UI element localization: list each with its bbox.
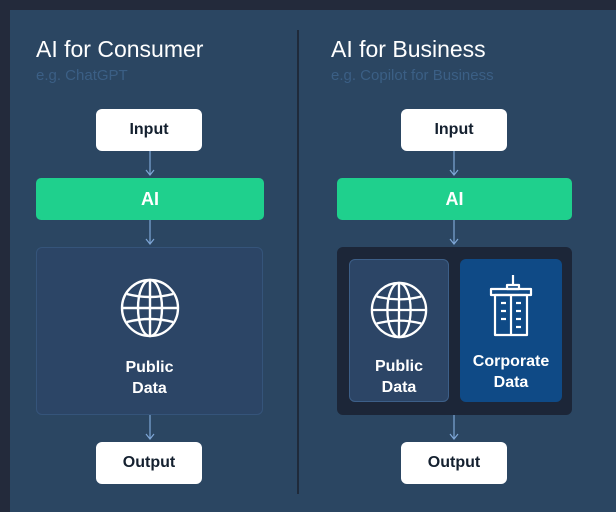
consumer-ai-box: AI — [36, 178, 264, 220]
business-public-label-line2: Data — [381, 379, 417, 396]
business-public-data-card: Public Data — [349, 259, 449, 402]
business-corporate-label-line1: Corporate — [472, 353, 550, 370]
consumer-subtitle: e.g. ChatGPT — [36, 67, 128, 84]
business-input-box: Input — [401, 109, 507, 151]
business-connector-input-ai — [447, 151, 461, 178]
business-output-label: Output — [427, 454, 481, 471]
office-building-icon — [487, 273, 535, 345]
business-ai-label: AI — [445, 188, 464, 209]
consumer-connector-ai-data — [143, 220, 157, 247]
globe-icon — [369, 280, 429, 346]
consumer-output-box: Output — [96, 442, 202, 484]
consumer-public-label-line2: Data — [132, 380, 167, 397]
consumer-output-label: Output — [122, 454, 176, 471]
business-title: AI for Business — [331, 36, 486, 62]
business-output-box: Output — [401, 442, 507, 484]
column-divider — [297, 30, 299, 494]
consumer-connector-input-ai — [143, 151, 157, 178]
business-ai-box: AI — [337, 178, 572, 220]
consumer-ai-label: AI — [141, 188, 159, 209]
business-corporate-data-card: Corporate Data — [460, 259, 562, 402]
consumer-title: AI for Consumer — [36, 36, 204, 62]
business-subtitle: e.g. Copilot for Business — [331, 67, 494, 84]
business-input-label: Input — [434, 121, 474, 138]
consumer-public-label-line1: Public — [125, 359, 174, 376]
business-public-label-line1: Public — [374, 358, 423, 375]
business-public-data-label: Public Data — [375, 356, 423, 398]
consumer-public-data-card: Public Data — [36, 247, 263, 415]
business-corporate-label-line2: Data — [493, 374, 529, 391]
globe-icon — [119, 277, 181, 345]
business-connector-data-output — [447, 415, 461, 442]
consumer-public-data-label: Public Data — [125, 357, 173, 399]
consumer-connector-data-output — [143, 415, 157, 442]
consumer-input-box: Input — [96, 109, 202, 151]
consumer-input-label: Input — [129, 121, 169, 138]
business-connector-ai-data — [447, 220, 461, 247]
business-corporate-data-label: Corporate Data — [473, 351, 549, 393]
